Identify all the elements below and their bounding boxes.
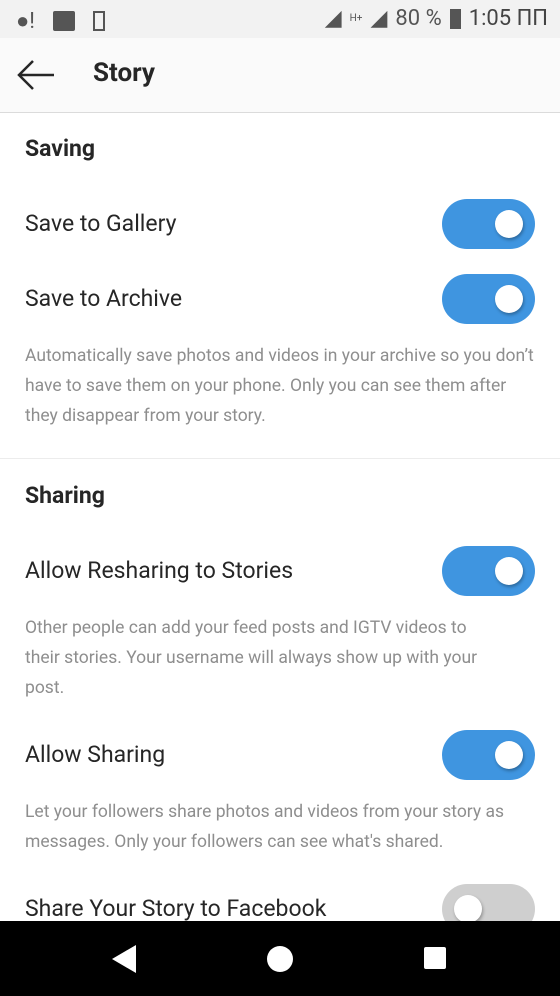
setting-description: Other people can add your feed posts and… (25, 618, 478, 698)
back-nav-icon[interactable] (110, 943, 138, 975)
clock: 1:05 ПП (468, 6, 548, 31)
setting-label: Allow Sharing (25, 741, 166, 768)
setting-label: Share Your Story to Facebook (25, 895, 327, 922)
allow-sharing-toggle[interactable] (442, 730, 535, 780)
divider (0, 458, 560, 459)
app-header: Story (0, 38, 560, 113)
phone-card-icon (92, 11, 105, 31)
signal-icon: ◢ (370, 6, 388, 31)
save-to-archive-toggle[interactable] (442, 274, 535, 324)
arrow-left-icon[interactable] (16, 58, 56, 92)
image-icon (52, 11, 75, 31)
save-to-gallery-toggle[interactable] (442, 199, 535, 249)
setting-description: Automatically save photos and videos in … (25, 346, 534, 426)
setting-label: Save to Gallery (25, 210, 177, 237)
setting-label: Allow Resharing to Stories (25, 557, 294, 584)
status-bar: ●! ◢ H+ ◢ 80 % 1:05 ПП (0, 0, 560, 38)
signal-icon: ◢ (324, 6, 342, 31)
setting-label: Save to Archive (25, 285, 183, 312)
recents-nav-icon[interactable] (424, 947, 446, 969)
record-icon: ●! (16, 9, 35, 34)
network-type: H+ (349, 13, 363, 24)
allow-resharing-toggle[interactable] (442, 546, 535, 596)
battery-level: 80 % (395, 6, 442, 31)
battery-icon (449, 8, 461, 29)
navigation-bar (0, 921, 560, 996)
page-title: Story (93, 58, 155, 88)
setting-description: Let your followers share photos and vide… (25, 802, 505, 852)
home-nav-icon[interactable] (267, 946, 293, 972)
section-title-saving: Saving (25, 135, 96, 162)
section-title-sharing: Sharing (25, 482, 105, 509)
